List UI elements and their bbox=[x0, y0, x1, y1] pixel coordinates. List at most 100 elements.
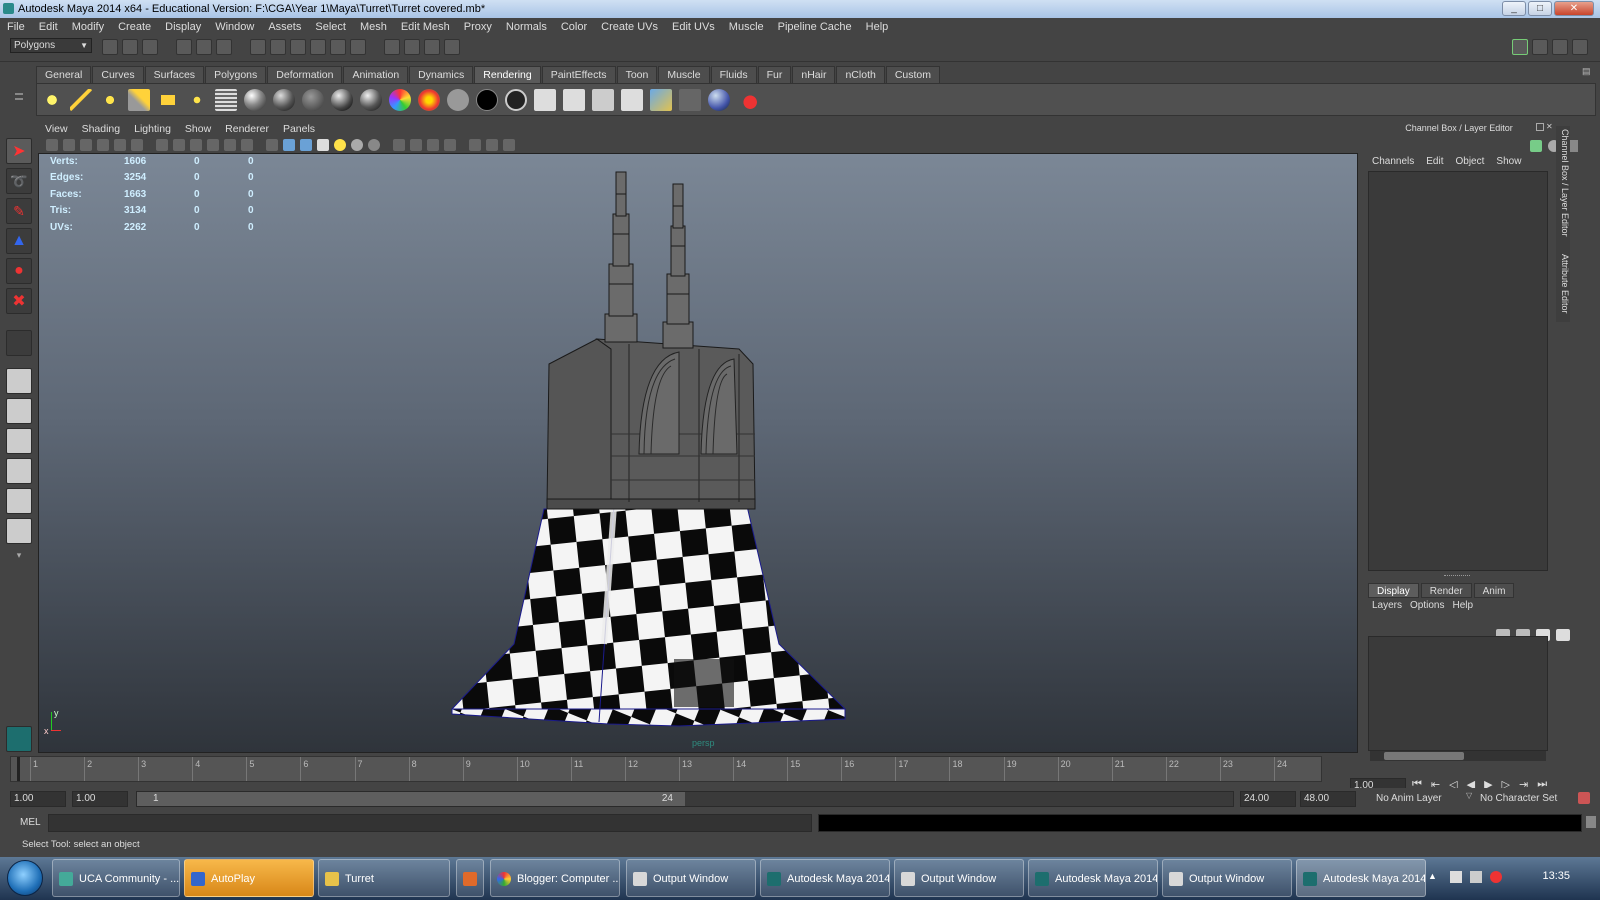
single-perspective-layout-icon[interactable] bbox=[6, 368, 32, 394]
blinn-material-icon[interactable] bbox=[273, 88, 295, 111]
current-time-marker[interactable] bbox=[17, 757, 20, 781]
area-light-icon[interactable] bbox=[157, 88, 179, 111]
menu-help[interactable]: Help bbox=[859, 18, 896, 36]
start-button[interactable] bbox=[7, 860, 43, 896]
point-light-icon[interactable] bbox=[99, 88, 121, 111]
hud-toggle-icon[interactable] bbox=[469, 138, 481, 151]
taskbar-item[interactable]: Autodesk Maya 2014... bbox=[760, 859, 890, 897]
hypershade-icon[interactable] bbox=[215, 88, 237, 111]
side-tab-channel-box[interactable]: Channel Box / Layer Editor bbox=[1556, 128, 1570, 238]
layer-menu-help[interactable]: Help bbox=[1450, 599, 1479, 613]
range-slider-handle[interactable]: 1 24 bbox=[137, 792, 685, 806]
playback-start-field[interactable]: 1.00 bbox=[72, 791, 128, 807]
close-button[interactable]: ✕ bbox=[1554, 1, 1594, 16]
xray-components-icon[interactable] bbox=[444, 138, 456, 151]
smooth-shade-icon[interactable] bbox=[283, 138, 295, 151]
paint-select-tool-icon[interactable]: ✎ bbox=[6, 198, 32, 224]
perspective-viewport[interactable] bbox=[38, 153, 1358, 753]
command-language-label[interactable]: MEL bbox=[20, 817, 41, 828]
camera-attributes-icon[interactable] bbox=[63, 138, 75, 151]
viewport-menu-shading[interactable]: Shading bbox=[75, 122, 128, 136]
use-background-icon[interactable] bbox=[476, 88, 498, 111]
channel-box-menu-show[interactable]: Show bbox=[1490, 155, 1527, 169]
render-settings-window-icon[interactable] bbox=[650, 88, 672, 111]
render-settings-icon[interactable] bbox=[444, 39, 460, 55]
paint-texture-icon[interactable] bbox=[737, 88, 759, 111]
menu-assets[interactable]: Assets bbox=[261, 18, 308, 36]
toolbox-expand-icon[interactable]: ▾ bbox=[6, 548, 32, 562]
camera-sequence-icon[interactable] bbox=[503, 138, 515, 151]
menu-edit-mesh[interactable]: Edit Mesh bbox=[394, 18, 457, 36]
wireframe-on-shaded-icon[interactable] bbox=[300, 138, 312, 151]
select-component-icon[interactable] bbox=[216, 39, 232, 55]
animation-start-field[interactable]: 1.00 bbox=[10, 791, 66, 807]
playback-end-field[interactable]: 24.00 bbox=[1240, 791, 1296, 807]
channel-box-menu-object[interactable]: Object bbox=[1450, 155, 1491, 169]
scrollbar-thumb[interactable] bbox=[1384, 752, 1464, 760]
wireframe-icon[interactable] bbox=[266, 138, 278, 151]
select-object-icon[interactable] bbox=[196, 39, 212, 55]
save-scene-icon[interactable] bbox=[142, 39, 158, 55]
two-d-pan-zoom-icon[interactable] bbox=[114, 138, 126, 151]
menu-edit-uvs[interactable]: Edit UVs bbox=[665, 18, 722, 36]
render-layer-icon[interactable] bbox=[679, 88, 701, 111]
menu-edit[interactable]: Edit bbox=[32, 18, 65, 36]
taskbar-item[interactable]: Turret bbox=[318, 859, 450, 897]
layer-tab-display[interactable]: Display bbox=[1368, 583, 1419, 598]
taskbar-item[interactable] bbox=[456, 859, 484, 897]
rotate-tool-icon[interactable]: ● bbox=[6, 258, 32, 284]
snap-point-icon[interactable] bbox=[290, 39, 306, 55]
snap-curve-icon[interactable] bbox=[270, 39, 286, 55]
taskbar-item[interactable]: Output Window bbox=[626, 859, 756, 897]
shelf-handle[interactable] bbox=[12, 66, 26, 116]
open-scene-icon[interactable] bbox=[122, 39, 138, 55]
volume-light-icon[interactable] bbox=[186, 88, 208, 111]
shelf-tab-curves[interactable]: Curves bbox=[92, 66, 144, 83]
field-chart-icon[interactable] bbox=[224, 138, 236, 151]
viewport-menu-show[interactable]: Show bbox=[178, 122, 218, 136]
close-panel-icon[interactable]: ✕ bbox=[1546, 123, 1554, 131]
script-editor-icon[interactable] bbox=[1586, 816, 1596, 828]
resolution-gate-icon[interactable] bbox=[190, 138, 202, 151]
volume-icon[interactable] bbox=[1490, 871, 1502, 883]
clock[interactable]: 13:35 bbox=[1542, 870, 1570, 882]
channel-box-list[interactable] bbox=[1368, 171, 1548, 571]
channel-box-menu-edit[interactable]: Edit bbox=[1420, 155, 1449, 169]
last-tool-icon[interactable] bbox=[6, 330, 32, 356]
menu-mesh[interactable]: Mesh bbox=[353, 18, 394, 36]
ipr-render-current-frame-icon[interactable] bbox=[563, 88, 585, 111]
menu-proxy[interactable]: Proxy bbox=[457, 18, 499, 36]
grease-pencil-icon[interactable] bbox=[131, 138, 143, 151]
shelf-tab-rendering[interactable]: Rendering bbox=[474, 66, 541, 83]
shelf-tab-ncloth[interactable]: nCloth bbox=[836, 66, 885, 83]
side-tab-attribute-editor[interactable]: Attribute Editor bbox=[1556, 246, 1570, 322]
anisotropic-material-icon[interactable] bbox=[244, 88, 266, 111]
viewport-menu-renderer[interactable]: Renderer bbox=[218, 122, 276, 136]
channel-box-menu-channels[interactable]: Channels bbox=[1366, 155, 1420, 169]
phonge-material-icon[interactable] bbox=[360, 88, 382, 111]
layer-tab-render[interactable]: Render bbox=[1420, 583, 1472, 598]
persp-outliner-layout-icon[interactable] bbox=[6, 428, 32, 454]
menu-create-uvs[interactable]: Create UVs bbox=[594, 18, 665, 36]
render-view-window-icon[interactable] bbox=[621, 88, 643, 111]
lasso-tool-icon[interactable]: ➰ bbox=[6, 168, 32, 194]
mental-ray-icon[interactable] bbox=[708, 88, 730, 111]
select-camera-icon[interactable] bbox=[46, 138, 58, 151]
command-input[interactable] bbox=[48, 814, 812, 832]
four-view-layout-icon[interactable] bbox=[6, 398, 32, 424]
shelf-tab-fur[interactable]: Fur bbox=[757, 66, 792, 83]
shelf-tab-muscle[interactable]: Muscle bbox=[658, 66, 710, 83]
maya-home-icon[interactable] bbox=[6, 726, 32, 752]
viewport-menu-panels[interactable]: Panels bbox=[276, 122, 322, 136]
textured-icon[interactable] bbox=[317, 138, 329, 151]
directional-light-icon[interactable] bbox=[70, 88, 92, 111]
character-set-selector[interactable]: No Character Set bbox=[1480, 791, 1576, 807]
menu-modify[interactable]: Modify bbox=[65, 18, 111, 36]
xray-icon[interactable] bbox=[410, 138, 422, 151]
turret-model[interactable] bbox=[39, 154, 1358, 753]
history-icon[interactable] bbox=[350, 39, 366, 55]
render-current-frame-icon[interactable] bbox=[534, 88, 556, 111]
shelf-tab-painteffects[interactable]: PaintEffects bbox=[541, 66, 616, 83]
layer-list-scrollbar[interactable] bbox=[1370, 751, 1546, 761]
phong-material-icon[interactable] bbox=[331, 88, 353, 111]
